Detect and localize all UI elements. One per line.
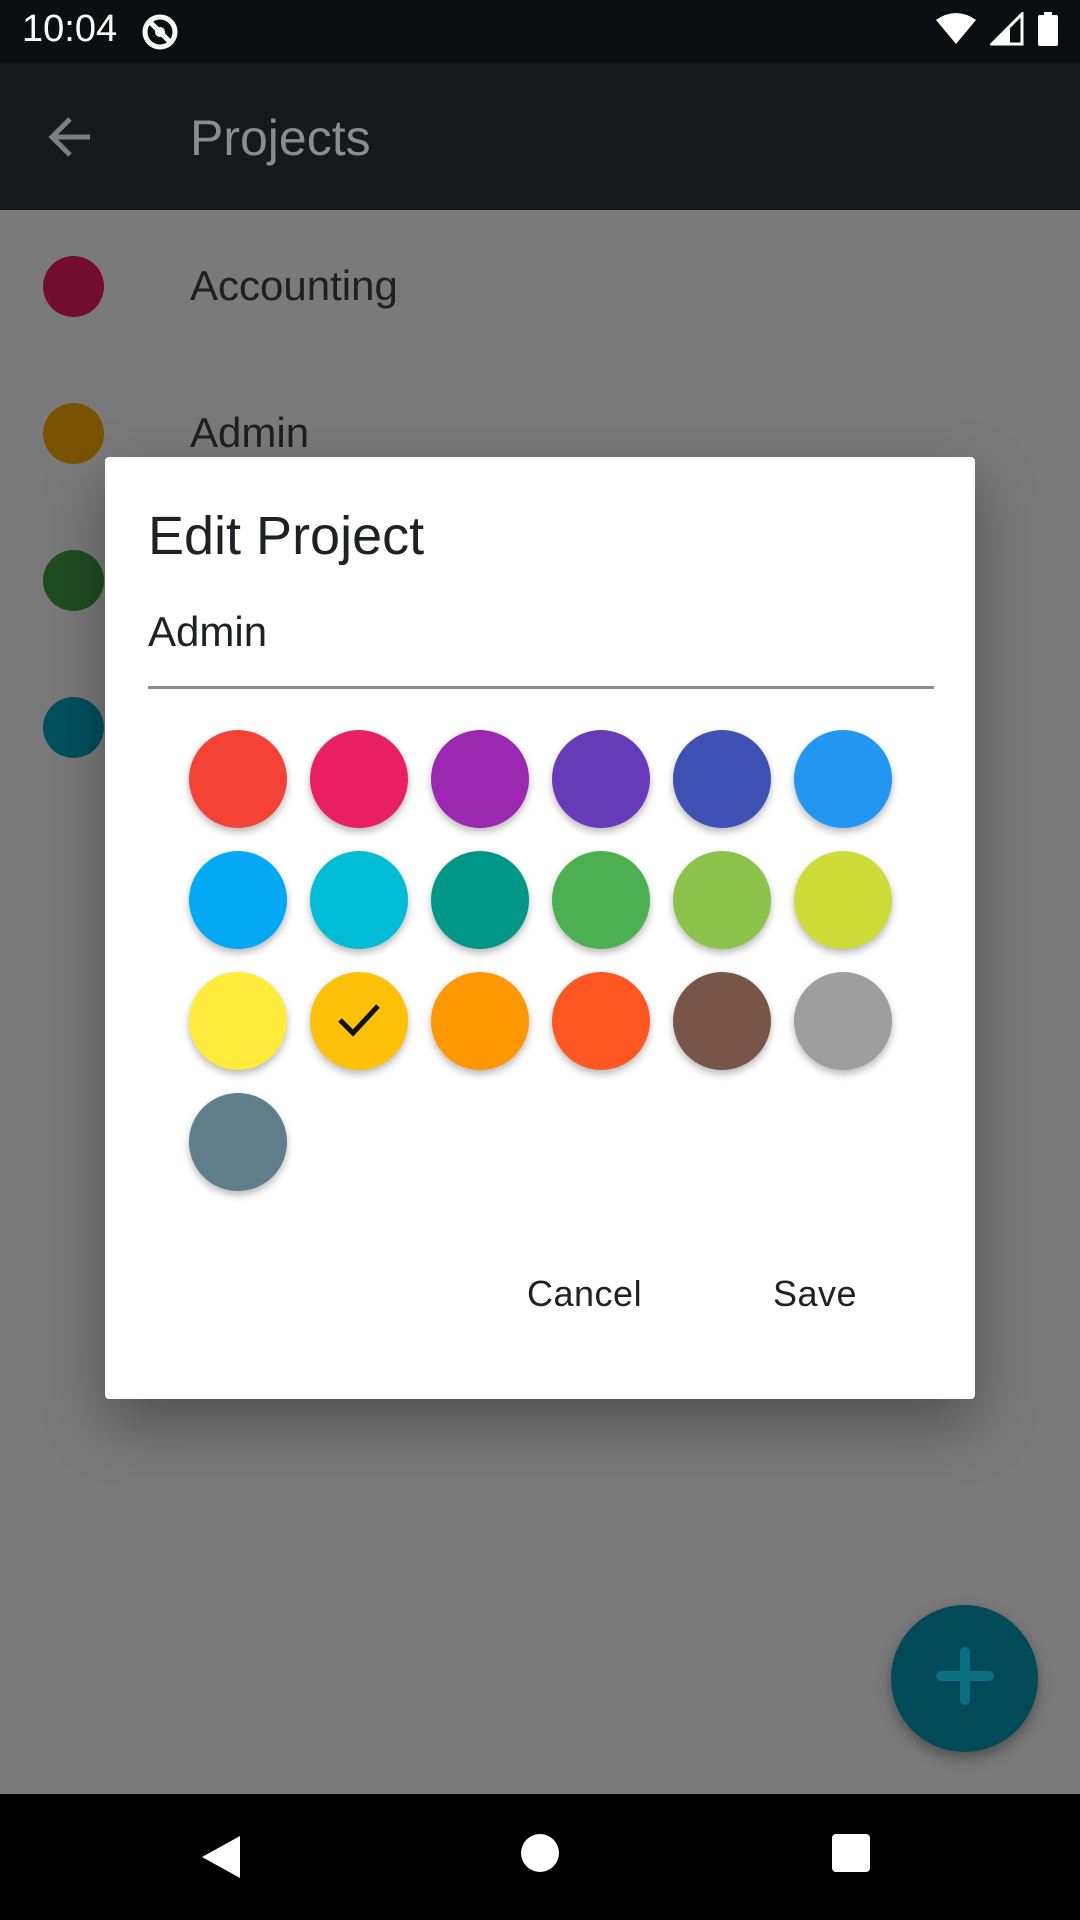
color-swatch-brown[interactable] [673, 972, 771, 1070]
input-underline [148, 686, 934, 689]
color-swatch-cyan[interactable] [310, 851, 408, 949]
nav-recents-icon[interactable] [832, 1834, 870, 1872]
system-nav-bar [0, 1794, 1080, 1920]
wifi-icon [936, 12, 976, 51]
save-button[interactable]: Save [761, 1265, 869, 1323]
color-swatch-teal[interactable] [431, 851, 529, 949]
color-swatch-grey[interactable] [794, 972, 892, 1070]
signal-icon [988, 10, 1024, 51]
nav-back-icon[interactable] [200, 1834, 242, 1885]
project-name-input[interactable] [148, 597, 934, 667]
cancel-button[interactable]: Cancel [515, 1265, 654, 1323]
color-swatch-orange[interactable] [431, 972, 529, 1070]
dialog-title: Edit Project [148, 506, 425, 566]
color-swatch-amber[interactable] [310, 972, 408, 1070]
add-project-button[interactable] [891, 1605, 1038, 1752]
color-swatch-lime[interactable] [794, 851, 892, 949]
color-swatch-yellow[interactable] [189, 972, 287, 1070]
edit-project-dialog: Edit Project Cancel Save [105, 457, 975, 1399]
page-title: Projects [190, 110, 371, 166]
color-swatch-red[interactable] [189, 730, 287, 828]
notification-at-icon [140, 12, 180, 57]
status-bar: 10:04 [0, 0, 1080, 63]
check-icon [334, 994, 384, 1049]
color-swatch-deep-orange[interactable] [552, 972, 650, 1070]
back-arrow-icon[interactable] [44, 111, 96, 168]
color-swatch-pink[interactable] [310, 730, 408, 828]
color-swatch-indigo[interactable] [673, 730, 771, 828]
add-icon [935, 1646, 995, 1711]
color-swatch-light-green[interactable] [673, 851, 771, 949]
color-swatch-blue-grey[interactable] [189, 1093, 287, 1191]
color-swatch-deep-purple[interactable] [552, 730, 650, 828]
color-swatch-light-blue[interactable] [189, 851, 287, 949]
status-icons [936, 10, 1058, 51]
app-bar: Projects [0, 63, 1080, 210]
color-swatch-green[interactable] [552, 851, 650, 949]
color-swatch-purple[interactable] [431, 730, 529, 828]
nav-home-icon[interactable] [521, 1834, 559, 1872]
battery-icon [1038, 12, 1058, 51]
status-time: 10:04 [22, 8, 118, 50]
color-swatch-blue[interactable] [794, 730, 892, 828]
